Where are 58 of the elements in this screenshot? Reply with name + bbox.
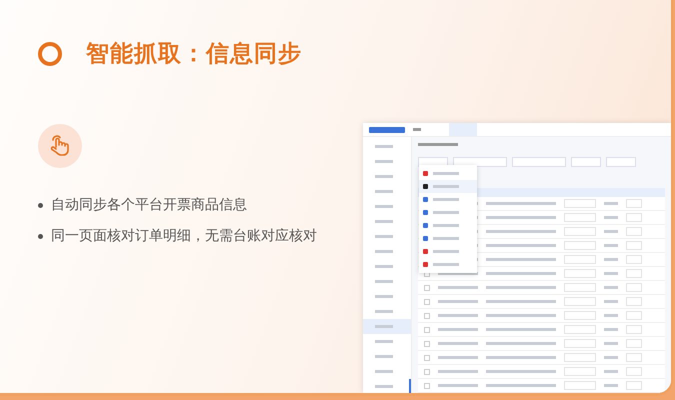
select-field[interactable]	[571, 157, 601, 167]
checkbox[interactable]	[424, 340, 430, 346]
input-field[interactable]	[564, 283, 596, 292]
input-field[interactable]	[626, 199, 642, 208]
input-field[interactable]	[626, 367, 642, 376]
input-field[interactable]	[564, 269, 596, 278]
checkbox[interactable]	[424, 354, 430, 360]
input-field[interactable]	[564, 353, 596, 362]
input-field[interactable]	[626, 381, 642, 390]
checkbox[interactable]	[424, 298, 430, 304]
input-field[interactable]	[626, 311, 642, 320]
shop-icon	[423, 210, 428, 215]
input-field[interactable]	[564, 227, 596, 236]
bullet-icon	[38, 202, 43, 208]
input-field[interactable]	[564, 199, 596, 208]
input-field[interactable]	[564, 367, 596, 376]
input-field[interactable]	[564, 311, 596, 320]
input-field[interactable]	[626, 325, 642, 334]
input-field[interactable]	[564, 241, 596, 250]
input-field[interactable]	[626, 339, 642, 348]
select-field[interactable]	[512, 157, 566, 167]
input-field[interactable]	[626, 353, 642, 362]
checkbox[interactable]	[424, 284, 430, 290]
checkbox[interactable]	[424, 382, 430, 388]
slide-title: 智能抓取：信息同步	[86, 40, 302, 69]
circle-icon	[38, 42, 62, 66]
logo-icon	[369, 126, 405, 132]
shop-icon	[423, 184, 428, 189]
input-field[interactable]	[564, 339, 596, 348]
input-field[interactable]	[626, 269, 642, 278]
input-field[interactable]	[626, 213, 642, 222]
shop-icon	[423, 262, 428, 267]
input-field[interactable]	[626, 255, 642, 264]
bullet-text: 同一页面核对订单明细，无需台账对应核对	[51, 227, 317, 245]
input-field[interactable]	[626, 241, 642, 250]
input-field[interactable]	[626, 297, 642, 306]
select-field[interactable]	[453, 157, 507, 167]
select-field[interactable]	[606, 157, 636, 167]
checkbox[interactable]	[424, 326, 430, 332]
input-field[interactable]	[564, 255, 596, 264]
input-field[interactable]	[564, 213, 596, 222]
shop-icon	[423, 236, 428, 241]
input-field[interactable]	[626, 227, 642, 236]
shop-icon	[423, 249, 428, 254]
hand-pointer-icon	[38, 124, 82, 168]
input-field[interactable]	[564, 325, 596, 334]
shop-icon	[423, 223, 428, 228]
checkbox[interactable]	[424, 312, 430, 318]
breadcrumb	[418, 143, 458, 146]
input-field[interactable]	[564, 297, 596, 306]
input-field[interactable]	[564, 381, 596, 390]
tab[interactable]	[449, 123, 477, 136]
checkbox[interactable]	[424, 368, 430, 374]
input-field[interactable]	[626, 283, 642, 292]
bullet-text: 自动同步各个平台开票商品信息	[51, 196, 247, 214]
bullet-icon	[38, 234, 43, 238]
shop-icon	[423, 171, 428, 176]
shop-icon	[423, 197, 428, 202]
